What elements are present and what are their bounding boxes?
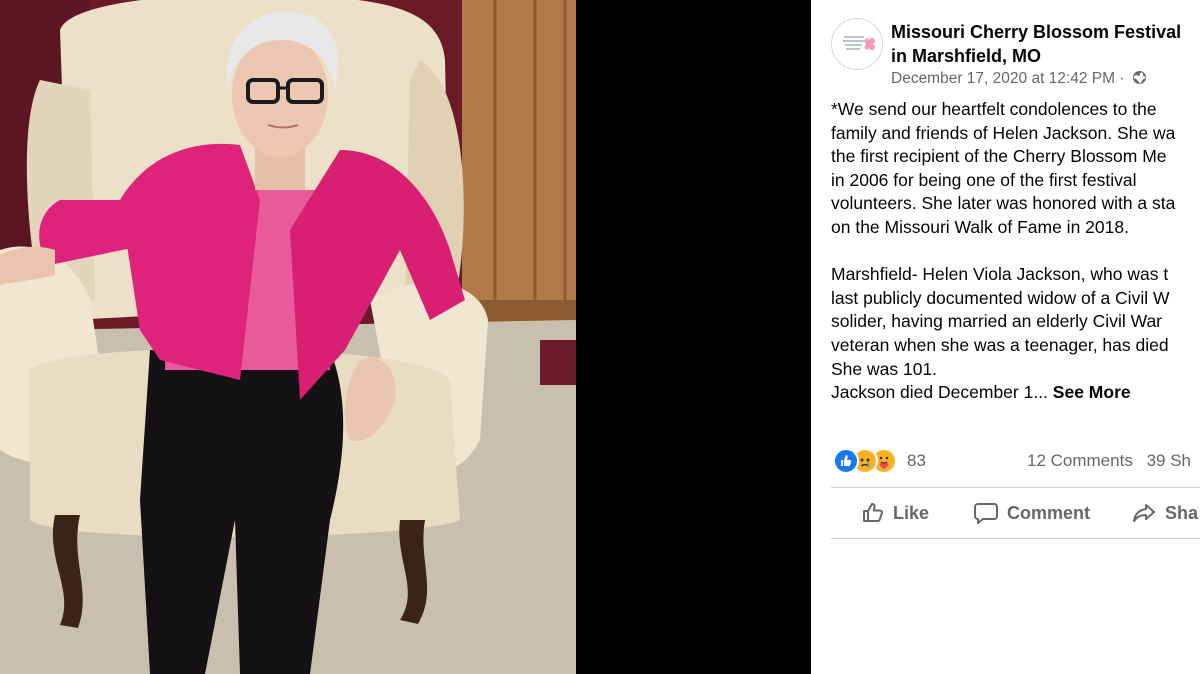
post-actions-bar: Like Comment Sha [831,489,1200,537]
post-text-line: Marshfield- Helen Viola Jackson, who was… [831,264,1169,285]
post-text-truncated: Jackson died December 1... See More [831,381,1200,405]
post-text: *We send our heartfelt condolences to th… [831,98,1200,405]
like-reaction-icon [833,448,859,474]
post-text-line: family and friends of Helen Jackson. She… [831,122,1176,143]
comments-count-link[interactable]: 12 Comments [1027,451,1133,470]
post-text-line: veteran when she was a teenager, has die… [831,334,1169,355]
post-text-line: *We send our heartfelt condolences to th… [831,99,1157,119]
share-arrow-icon [1133,504,1155,522]
see-more-link[interactable]: See More [1053,382,1131,402]
page-name-link[interactable]: Missouri Cherry Blossom Festival in Mars… [891,20,1200,68]
post-photo[interactable] [0,0,576,674]
post-text-line: on the Missouri Walk of Fame in 2018. [831,216,1129,237]
cherry-blossom-logo-icon [832,19,882,69]
post-meta: December 17, 2020 at 12:42 PM · [891,70,1147,88]
share-button[interactable]: Sha [1131,489,1198,537]
post-text-line: She was 101. [831,358,938,379]
post-panel: Missouri Cherry Blossom Festival in Mars… [811,0,1200,674]
post-text-line: the first recipient of the Cherry Blosso… [831,146,1167,167]
page-avatar[interactable] [831,18,883,70]
comment-label: Comment [1007,502,1091,523]
post-text-line: volunteers. She later was honored with a… [831,193,1176,214]
thumbs-up-icon [863,503,883,522]
like-label: Like [893,502,930,523]
reactions-summary[interactable]: 83 [833,448,926,474]
divider [831,487,1200,488]
photo-letterbox [576,0,811,674]
post-text-line: solider, having married an elderly Civil… [831,311,1163,332]
comment-bubble-icon [974,503,998,524]
post-text-line: last publicly documented widow of a Civi… [831,287,1170,308]
comment-button[interactable]: Comment [973,489,1090,537]
engagement-counts: 12 Comments 39 Sh [1027,451,1191,471]
post-text-line: in 2006 for being one of the first festi… [831,169,1137,190]
shares-count-link[interactable]: 39 Sh [1147,451,1191,470]
divider [831,538,1200,539]
share-label: Sha [1165,502,1199,523]
reaction-count: 83 [907,451,926,470]
post-timestamp[interactable]: December 17, 2020 at 12:42 PM [891,70,1115,87]
truncated-line: Jackson died December 1... [831,382,1048,403]
meta-separator: · [1119,70,1125,87]
like-button[interactable]: Like [861,489,929,537]
globe-icon[interactable] [1132,70,1147,85]
photo-woman-in-armchair [0,0,576,674]
